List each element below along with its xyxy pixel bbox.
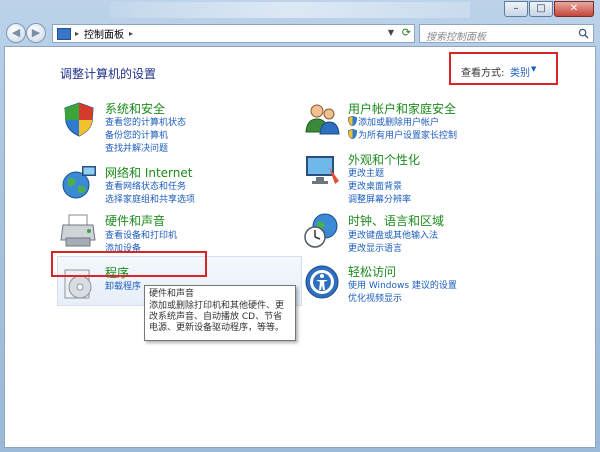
link-homegroup[interactable]: 选择家庭组和共享选项 [105, 192, 195, 205]
minimize-button[interactable]: – [504, 1, 528, 17]
search-icon[interactable] [578, 28, 589, 39]
breadcrumb-separator-end[interactable]: ▸ [129, 29, 133, 38]
link-parental-controls[interactable]: 为所有用户设置家长控制 [358, 128, 457, 141]
link-screen-resolution[interactable]: 调整屏幕分辨率 [348, 192, 411, 205]
category-hardware-sound[interactable]: 硬件和声音 查看设备和打印机 添加设备 [60, 212, 260, 254]
link-backup-computer[interactable]: 备份您的计算机 [105, 128, 168, 141]
uac-shield-icon [348, 129, 357, 139]
category-appearance[interactable]: 外观和个性化 更改主题 更改桌面背景 调整屏幕分辨率 [303, 151, 503, 206]
navigation-toolbar: ◀ ▶ ▸ 控制面板 ▸ ▼ ⟳ 搜索控制面板 [0, 20, 600, 46]
users-icon [305, 104, 340, 135]
maximize-button[interactable]: □ [529, 1, 553, 17]
back-button[interactable]: ◀ [6, 23, 26, 43]
tooltip-body: 添加或删除打印机和其他硬件、更改系统声音、自动播放 CD、节省电源、更新设备驱动… [149, 301, 285, 333]
view-by-dropdown[interactable]: 类别 [510, 64, 530, 79]
content-pane: 调整计算机的设置 查看方式: 类别 ▼ 系统和安全 查看您的计算机状态 备份您的… [4, 46, 596, 448]
address-dropdown-icon[interactable]: ▼ [388, 28, 394, 37]
globe-network-icon [62, 166, 96, 199]
monitor-paint-icon [306, 156, 339, 184]
category-system-security[interactable]: 系统和安全 查看您的计算机状态 备份您的计算机 查找并解决问题 [60, 100, 260, 160]
category-title[interactable]: 硬件和声音 [105, 212, 165, 229]
breadcrumb-control-panel[interactable]: 控制面板 [84, 26, 124, 41]
title-bar: – □ ✕ [0, 0, 600, 20]
ease-of-access-icon [305, 265, 339, 299]
printer-icon [60, 214, 96, 247]
uac-shield-icon [348, 116, 357, 126]
link-change-theme[interactable]: 更改主题 [348, 166, 384, 179]
title-bar-glass [110, 2, 470, 18]
clock-globe-icon [304, 213, 338, 248]
window-controls: – □ ✕ [503, 1, 594, 17]
close-button[interactable]: ✕ [554, 1, 594, 17]
link-uninstall-program[interactable]: 卸载程序 [105, 279, 141, 292]
link-troubleshoot[interactable]: 查找并解决问题 [105, 141, 168, 154]
link-desktop-background[interactable]: 更改桌面背景 [348, 179, 402, 192]
category-user-accounts[interactable]: 用户帐户和家庭安全 添加或删除用户帐户 为所有用户设置家长控制 [303, 100, 503, 145]
window-frame: – □ ✕ ◀ ▶ ▸ 控制面板 ▸ ▼ ⟳ 搜索控制面板 调整计算机的设置 查… [0, 0, 600, 452]
link-display-language[interactable]: 更改显示语言 [348, 241, 402, 254]
link-check-computer-status[interactable]: 查看您的计算机状态 [105, 115, 186, 128]
forward-button[interactable]: ▶ [26, 23, 46, 43]
link-add-remove-user[interactable]: 添加或删除用户帐户 [358, 115, 439, 128]
tooltip: 硬件和声音 添加或删除打印机和其他硬件、更改系统声音、自动播放 CD、节省电源、… [144, 285, 296, 341]
link-network-status[interactable]: 查看网络状态和任务 [105, 179, 186, 192]
link-optimize-display[interactable]: 优化视频显示 [348, 291, 402, 304]
refresh-icon[interactable]: ⟳ [402, 26, 411, 39]
link-change-keyboard[interactable]: 更改键盘或其他输入法 [348, 228, 438, 241]
tooltip-title: 硬件和声音 [149, 289, 195, 299]
control-panel-icon [57, 27, 71, 40]
search-box[interactable]: 搜索控制面板 [419, 24, 594, 43]
link-devices-printers[interactable]: 查看设备和打印机 [105, 228, 177, 241]
chevron-down-icon[interactable]: ▼ [531, 65, 536, 73]
category-network-internet[interactable]: 网络和 Internet 查看网络状态和任务 选择家庭组和共享选项 [60, 164, 260, 206]
link-windows-recommended[interactable]: 使用 Windows 建议的设置 [348, 278, 457, 291]
view-by-highlight: 查看方式: 类别 ▼ [449, 52, 558, 85]
page-title: 调整计算机的设置 [60, 67, 157, 81]
category-title[interactable]: 时钟、语言和区域 [348, 212, 444, 229]
view-by-label: 查看方式: [461, 68, 505, 79]
search-placeholder: 搜索控制面板 [426, 32, 486, 43]
category-clock-region[interactable]: 时钟、语言和区域 更改键盘或其他输入法 更改显示语言 [303, 212, 503, 254]
address-bar[interactable]: ▸ 控制面板 ▸ ▼ ⟳ [52, 24, 415, 43]
category-ease-access[interactable]: 轻松访问 使用 Windows 建议的设置 优化视频显示 [303, 263, 503, 305]
shield-icon [64, 102, 94, 137]
breadcrumb-separator[interactable]: ▸ [75, 29, 79, 38]
hardware-highlight [51, 251, 207, 277]
